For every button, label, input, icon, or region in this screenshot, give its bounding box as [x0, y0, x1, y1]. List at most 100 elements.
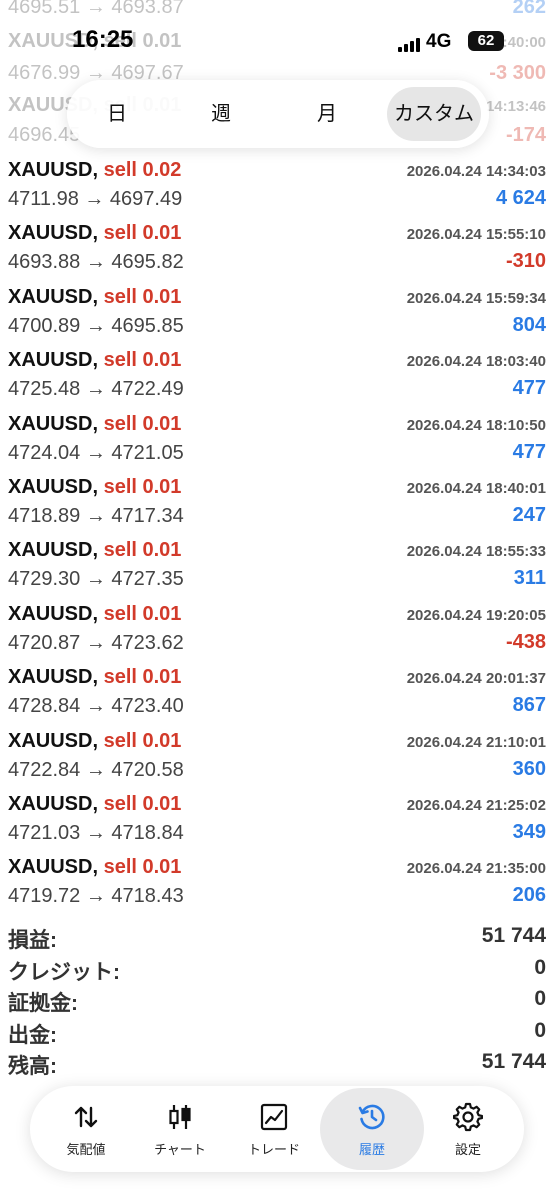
- trade-prices: 4711.98 → 4697.49: [8, 188, 183, 210]
- trade-profit: 867: [512, 694, 546, 717]
- list-item[interactable]: XAUUSD, sell 0.01 2026.04.24 21:25:02 47…: [0, 788, 554, 851]
- nav-tab-quotes[interactable]: 気配値: [40, 1086, 132, 1172]
- summary-value: 0: [534, 987, 546, 1011]
- trade-history-list: XAUUSD, sell 0.02 2026.04.24 14:34:03 47…: [0, 154, 554, 915]
- trade-prices: 4724.04 → 4721.05: [8, 441, 184, 464]
- trade-datetime: 2026.04.24 18:40:01: [406, 479, 546, 497]
- summary-label: 損益:: [8, 929, 57, 952]
- period-tab-month[interactable]: 月: [285, 87, 369, 141]
- trade-prices: 4719.72 → 4718.43: [8, 885, 184, 908]
- summary-row-profit: 損益: 51 744: [0, 922, 554, 954]
- trade-symbol: XAUUSD,: [8, 666, 99, 689]
- trade-side: sell 0.01: [103, 475, 182, 498]
- period-picker: 日 週 月 カスタム: [67, 80, 489, 148]
- trade-profit: 247: [512, 503, 546, 526]
- nav-label: トレード: [247, 1142, 300, 1157]
- trade-prices: 4693.88 → 4695.82: [8, 251, 184, 274]
- battery-icon: 62: [468, 31, 504, 51]
- trade-symbol: XAUUSD,: [8, 222, 99, 245]
- trade-symbol: XAUUSD,: [8, 729, 99, 752]
- signal-icon: [398, 38, 420, 52]
- trade-prices: 4728.84 → 4723.40: [8, 695, 184, 718]
- trade-side: sell 0.01: [103, 792, 182, 815]
- trade-datetime: 2026.04.24 19:20:05: [406, 606, 546, 624]
- list-item[interactable]: XAUUSD, sell 0.01 2026.04.24 18:40:01 47…: [0, 471, 554, 534]
- summary-value: 51 744: [481, 924, 546, 947]
- list-item[interactable]: XAUUSD, sell 0.01 2026.04.24 19:20:05 47…: [0, 598, 554, 661]
- trade-datetime: 2026.04.24 20:01:37: [406, 670, 546, 688]
- trade-side: sell 0.02: [103, 159, 182, 181]
- list-item[interactable]: XAUUSD, sell 0.01 2026.04.24 21:35:00 47…: [0, 851, 554, 914]
- list-item[interactable]: XAUUSD, sell 0.01 2026.04.24 18:03:40 47…: [0, 344, 554, 407]
- list-item[interactable]: XAUUSD, sell 0.02 2026.04.24 14:34:03 47…: [0, 154, 554, 217]
- trade-symbol: XAUUSD,: [8, 792, 99, 815]
- bottom-nav: 気配値 チャート トレード 履歴 設定: [30, 1086, 524, 1172]
- trade-datetime: 2026.04.24 21:10:01: [406, 733, 546, 751]
- trade-prices: 4720.87 → 4723.62: [8, 631, 184, 654]
- trade-side: sell 0.01: [103, 539, 182, 562]
- trade-symbol: XAUUSD,: [8, 349, 99, 372]
- trade-datetime: 2026.04.24 21:25:02: [406, 796, 546, 814]
- trade-symbol: XAUUSD,: [8, 602, 99, 625]
- trade-prices: 4722.84 → 4720.58: [8, 758, 184, 781]
- trade-side: sell 0.01: [103, 222, 182, 245]
- summary-label: 残高:: [8, 1055, 57, 1079]
- summary-row-balance: 残高: 51 744: [0, 1048, 554, 1080]
- trade-prices: 4721.03 → 4718.84: [8, 821, 184, 844]
- period-tab-day[interactable]: 日: [75, 87, 159, 141]
- nav-tab-trade[interactable]: トレード: [228, 1086, 320, 1172]
- list-item[interactable]: XAUUSD, sell 0.01 2026.04.24 18:55:33 47…: [0, 534, 554, 597]
- status-time: 16:25: [72, 26, 134, 53]
- summary-label: 出金:: [8, 1023, 57, 1047]
- history-clock-icon: [358, 1104, 385, 1130]
- trade-datetime: 2026.04.24 15:55:10: [406, 226, 546, 244]
- nav-label: チャート: [154, 1142, 206, 1157]
- candlestick-icon: [169, 1105, 191, 1129]
- trade-datetime: 2026.04.24 18:03:40: [406, 353, 546, 371]
- trade-symbol: XAUUSD,: [8, 475, 99, 498]
- list-item[interactable]: XAUUSD, sell 0.01 2026.04.24 15:55:10 46…: [0, 217, 554, 280]
- trade-symbol: XAUUSD,: [8, 856, 99, 879]
- gear-icon: [453, 1102, 483, 1132]
- trade-profit: 360: [512, 757, 546, 780]
- summary-label: 証拠金:: [8, 992, 78, 1016]
- trade-datetime: 2026.04.24 18:10:50: [406, 416, 546, 434]
- trade-prices: 4725.48 → 4722.49: [8, 378, 184, 401]
- network-type: 4G: [426, 31, 452, 52]
- trade-side: sell 0.01: [103, 349, 182, 372]
- nav-label: 履歴: [358, 1142, 385, 1157]
- trade-profit: 477: [512, 377, 546, 400]
- trade-prices: 4729.30 → 4727.35: [8, 568, 184, 591]
- nav-tab-settings[interactable]: 設定: [422, 1086, 514, 1172]
- list-item[interactable]: XAUUSD, sell 0.01 2026.04.24 21:10:01 47…: [0, 725, 554, 788]
- line-chart-icon: [260, 1103, 288, 1131]
- summary-row-deposit: 証拠金: 0: [0, 985, 554, 1017]
- period-tab-custom[interactable]: カスタム: [387, 87, 481, 141]
- summary-value: 0: [534, 955, 546, 979]
- trade-prices: 4700.89 → 4695.85: [8, 314, 184, 337]
- list-item[interactable]: XAUUSD, sell 0.01 2026.04.24 15:59:34 47…: [0, 281, 554, 344]
- trade-profit: 477: [512, 440, 546, 463]
- nav-label: 気配値: [66, 1142, 106, 1157]
- trade-datetime: 2026.04.24 15:59:34: [406, 289, 546, 307]
- trade-symbol: XAUUSD,: [8, 159, 99, 181]
- trade-side: sell 0.01: [103, 285, 182, 308]
- trade-profit: -438: [505, 630, 546, 653]
- period-tab-week[interactable]: 週: [179, 87, 263, 141]
- status-bar: 16:25 4G 62: [0, 0, 554, 60]
- nav-tab-history[interactable]: 履歴: [320, 1086, 424, 1172]
- trade-profit: 4 624: [495, 187, 546, 209]
- trade-symbol: XAUUSD,: [8, 285, 99, 308]
- summary-row-credit: クレジット: 0: [0, 954, 554, 986]
- nav-tab-chart[interactable]: チャート: [134, 1086, 226, 1172]
- summary-value: 0: [534, 1018, 546, 1042]
- trade-side: sell 0.01: [103, 602, 182, 625]
- list-item[interactable]: XAUUSD, sell 0.01 2026.04.24 20:01:37 47…: [0, 661, 554, 724]
- trade-profit: 349: [512, 820, 546, 843]
- trade-datetime: 2026.04.24 14:34:03: [406, 163, 546, 180]
- list-item[interactable]: XAUUSD, sell 0.01 2026.04.24 18:10:50 47…: [0, 408, 554, 471]
- trade-profit: 311: [513, 567, 546, 590]
- trade-profit: 804: [512, 313, 546, 336]
- arrows-updown-icon: [74, 1106, 98, 1128]
- trade-datetime: 2026.04.24 21:35:00: [406, 860, 546, 878]
